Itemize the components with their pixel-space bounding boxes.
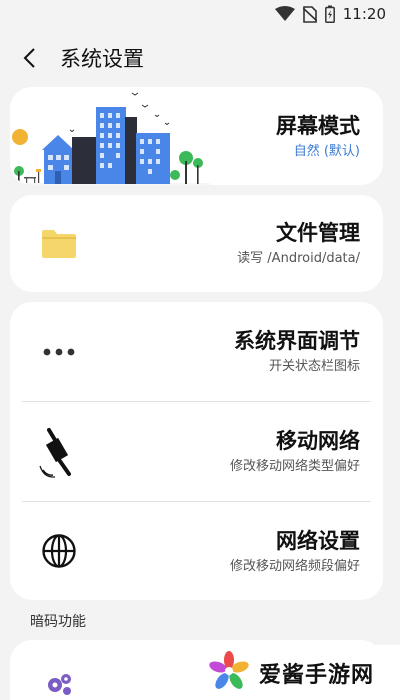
city-illustration [10,87,210,185]
watermark-text: 爱酱手游网 [259,662,375,688]
screen-mode-title: 屏幕模式 [276,113,360,138]
file-management-title: 文件管理 [276,221,360,245]
screen-mode-card[interactable]: 屏幕模式 自然 (默认) [10,87,383,185]
no-sim-icon [302,5,317,23]
network-settings-card: 系统界面调节 开关状态栏图标 移动网络 修改移动网络类型偏好 网络设置 修改移动… [10,302,383,600]
screen-mode-text: 屏幕模式 自然 (默认) [276,112,383,161]
satellite-icon [10,402,108,501]
mobile-network-title: 移动网络 [276,429,360,453]
file-management-row[interactable]: 文件管理 读写 /Android/data/ [10,195,383,292]
mobile-network-subtitle: 修改移动网络类型偏好 [229,459,360,474]
mobile-network-row[interactable]: 移动网络 修改移动网络类型偏好 [10,402,383,501]
wifi-icon [274,6,295,22]
mobile-network-text: 移动网络 修改移动网络类型偏好 [230,427,383,476]
back-button[interactable] [0,36,58,80]
system-ui-row[interactable]: 系统界面调节 开关状态栏图标 [10,302,383,401]
system-ui-subtitle: 开关状态栏图标 [268,359,360,374]
file-management-text: 文件管理 读写 /Android/data/ [237,219,383,268]
status-time: 11:20 [342,5,386,23]
battery-charging-icon [324,5,335,23]
secret-codes-section-label: 暗码功能 [30,614,86,630]
system-ui-text: 系统界面调节 开关状态栏图标 [234,327,383,376]
screen-mode-row[interactable]: 屏幕模式 自然 (默认) [10,87,383,185]
network-settings-text: 网络设置 修改移动网络频段偏好 [230,527,383,576]
globe-icon [10,502,108,600]
gears-icon [10,640,108,700]
screen-mode-subtitle: 自然 (默认) [293,143,360,159]
network-settings-subtitle: 修改移动网络频段偏好 [229,558,360,574]
network-settings-row[interactable]: 网络设置 修改移动网络频段偏好 [10,502,383,600]
network-settings-title: 网络设置 [276,528,360,553]
flower-logo [209,650,249,695]
file-management-card[interactable]: 文件管理 读写 /Android/data/ [10,195,383,292]
chevron-left-icon [23,48,35,68]
folder-icon [10,195,108,292]
watermark-banner: 爱酱手游网 [197,645,400,700]
file-management-subtitle: 读写 /Android/data/ [237,251,360,266]
more-dots-icon [10,302,108,401]
system-ui-title: 系统界面调节 [234,329,360,353]
app-header: 系统设置 [0,36,400,80]
status-bar: 11:20 [0,0,400,28]
page-title: 系统设置 [60,47,144,71]
